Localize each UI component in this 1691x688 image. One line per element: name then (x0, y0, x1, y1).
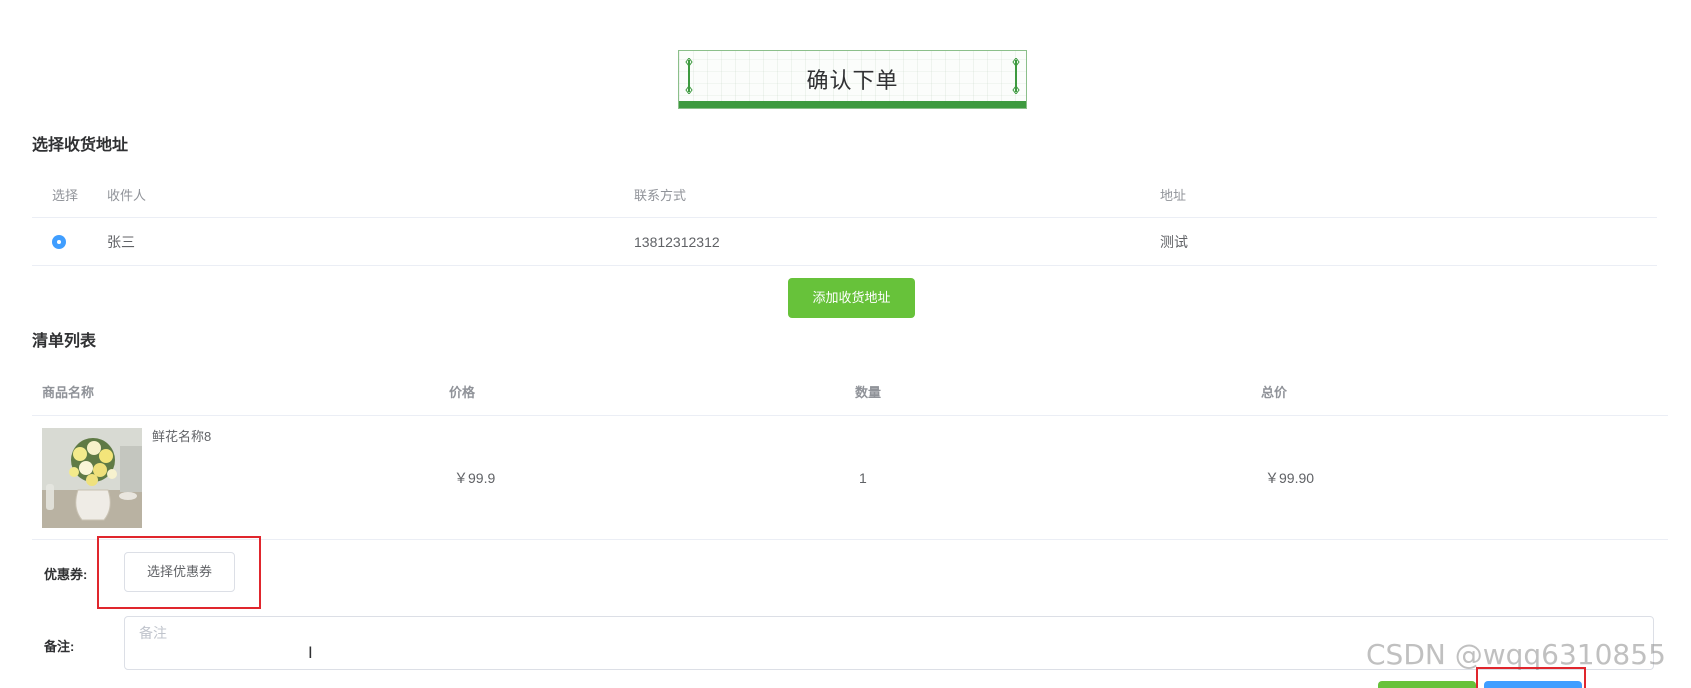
order-list-table: 商品名称 价格 数量 总价 鲜花名称8 ￥99.9 1 ￥99.90 (32, 370, 1668, 540)
address-row[interactable]: 张三 13812312312 测试 (32, 218, 1657, 266)
page-title-banner: 确认下单 (678, 50, 1027, 109)
address-table: 选择 收件人 联系方式 地址 张三 13812312312 测试 (32, 174, 1657, 266)
coupon-label: 优惠券: (44, 567, 88, 582)
list-section-title: 清单列表 (32, 333, 97, 350)
title-underline (679, 101, 1026, 108)
recipient-address: 测试 (1160, 234, 1188, 250)
product-price: ￥99.9 (454, 470, 496, 486)
add-address-button[interactable]: 添加收货地址 (788, 278, 915, 318)
product-name: 鲜花名称8 (152, 429, 212, 444)
address-table-header: 选择 收件人 联系方式 地址 (32, 174, 1657, 218)
address-select-radio[interactable] (52, 235, 66, 249)
flower-vase-image (42, 428, 142, 528)
title-ornament-icon (1012, 58, 1020, 94)
page-title: 确认下单 (806, 68, 899, 93)
remark-label: 备注: (44, 639, 75, 654)
recipient-name: 张三 (107, 234, 135, 250)
product-quantity: 1 (859, 470, 867, 486)
address-section-title: 选择收货地址 (32, 137, 129, 154)
recipient-phone: 13812312312 (634, 234, 720, 250)
highlight-box (1476, 667, 1586, 688)
column-header-total: 总价 (1261, 385, 1288, 400)
highlight-box (97, 536, 261, 609)
column-header-quantity: 数量 (855, 385, 882, 400)
text-cursor-icon: I (308, 643, 313, 662)
column-header-recipient: 收件人 (107, 188, 147, 203)
column-header-select: 选择 (52, 188, 79, 203)
product-total: ￥99.90 (1265, 470, 1315, 486)
column-header-product-name: 商品名称 (42, 385, 95, 400)
column-header-phone: 联系方式 (634, 188, 687, 203)
column-header-price: 价格 (449, 385, 476, 400)
order-item-row: 鲜花名称8 ￥99.9 1 ￥99.90 (32, 416, 1668, 540)
column-header-address: 地址 (1160, 188, 1187, 203)
order-list-header: 商品名称 价格 数量 总价 (32, 370, 1668, 416)
bottom-green-button[interactable] (1378, 681, 1476, 688)
